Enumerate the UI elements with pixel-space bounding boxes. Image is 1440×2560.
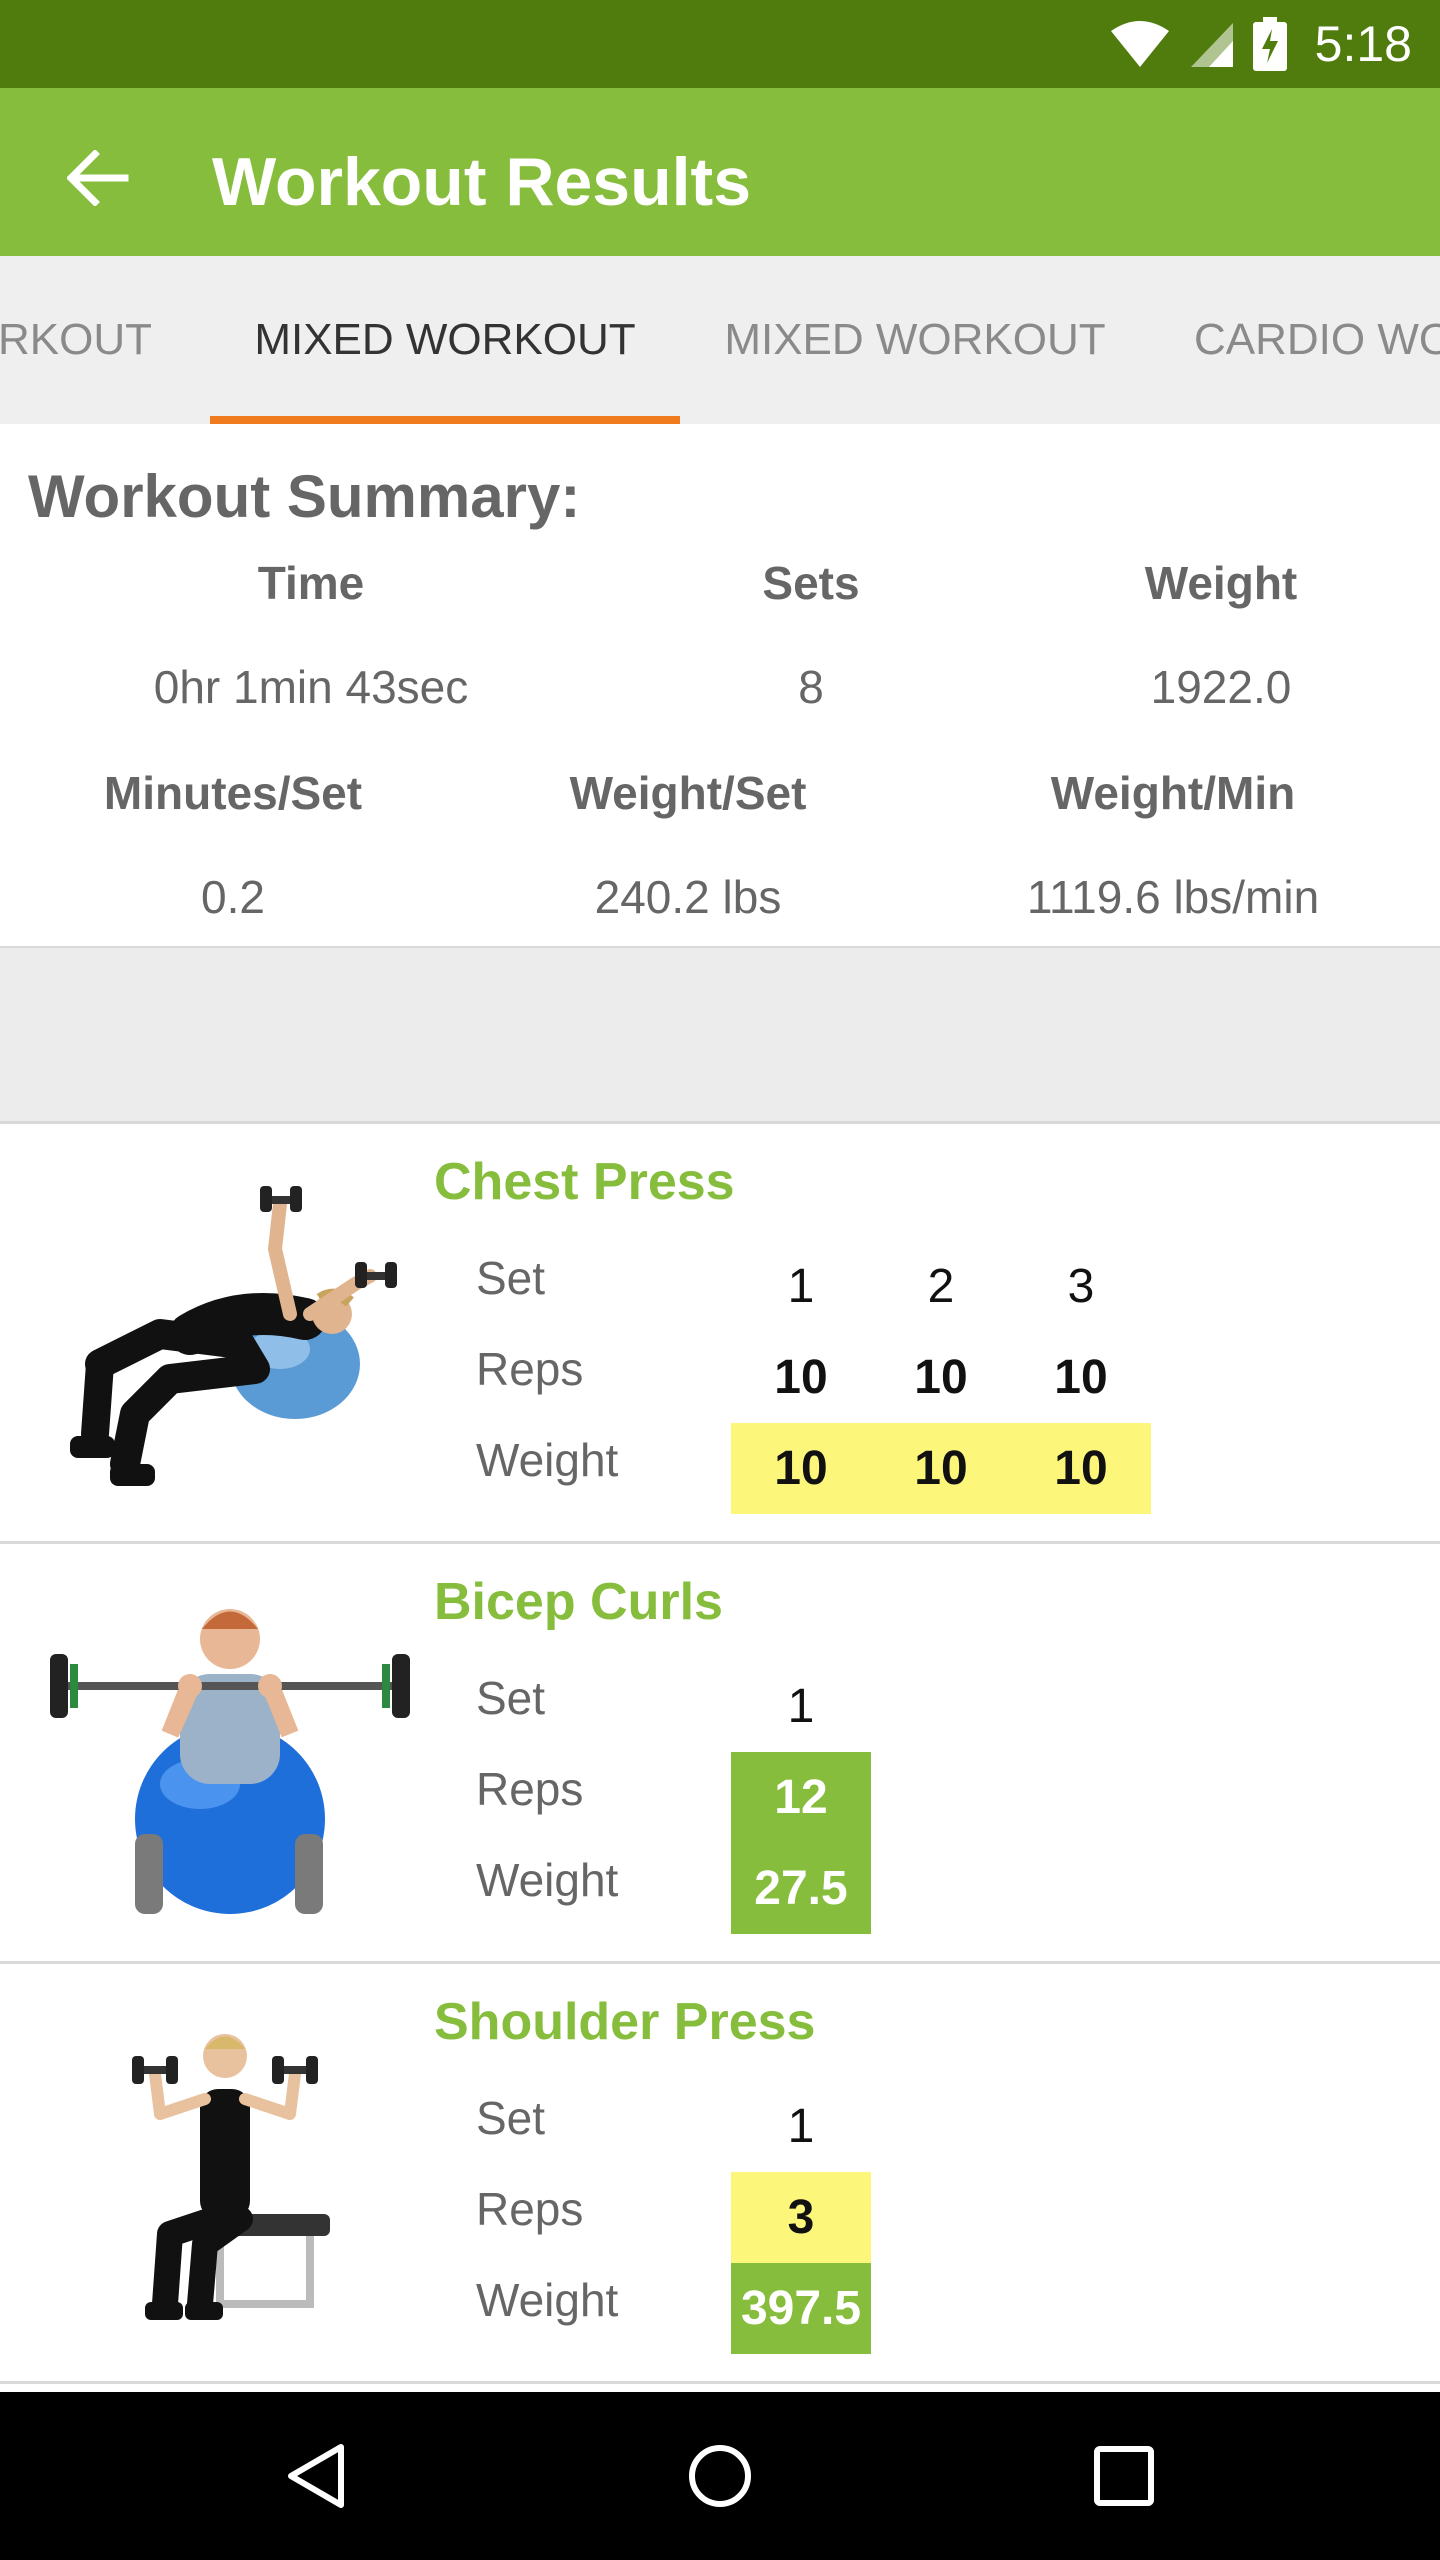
summary-header-weight-per-min: Weight/Min [1050, 767, 1296, 819]
tab-mixed-workout[interactable]: MIXED WORKOUT [680, 256, 1150, 424]
status-time: 5:18 [1314, 16, 1412, 72]
back-arrow-icon [67, 150, 129, 206]
weight-value: 397.5 [731, 2263, 871, 2354]
summary-value-weight-per-min: 1119.6 lbs/min [1026, 871, 1320, 923]
recents-square-icon [1094, 2446, 1154, 2506]
battery-icon [1252, 17, 1287, 71]
wifi-icon [1110, 21, 1169, 67]
tab-label: MIXED WORKOUT [724, 315, 1106, 364]
shoulder-press-illustration [132, 2034, 330, 2320]
page-title: Workout Results [212, 144, 752, 220]
reps-value: 10 [914, 1351, 968, 1404]
nav-home-button[interactable] [670, 2426, 770, 2526]
back-triangle-icon [288, 2444, 344, 2508]
nav-recents-button[interactable] [1074, 2426, 1174, 2526]
app-bar: Workout Results [0, 88, 1440, 256]
summary-header-time: Time [257, 557, 365, 609]
row-label-reps: Reps [476, 2183, 584, 2235]
summary-value-minutes-per-set: 0.2 [201, 871, 265, 923]
exercise-card-chest-press[interactable]: Chest Press Set Reps Weight 1 2 3 10 10 … [0, 1124, 1440, 1544]
exercise-card-bicep-curls[interactable]: Bicep Curls Set Reps Weight 1 12 27.5 [0, 1544, 1440, 1964]
tab-bar: RKOUT MIXED WORKOUT MIXED WORKOUT CARDIO… [0, 256, 1440, 424]
summary-value-time: 0hr 1min 43sec [153, 661, 469, 713]
reps-value: 10 [774, 1351, 828, 1404]
summary-value-weight: 1922.0 [1150, 661, 1292, 713]
row-label-weight: Weight [476, 1434, 619, 1486]
summary-value-sets: 8 [798, 661, 824, 713]
summary-header-weight-per-set: Weight/Set [569, 767, 807, 819]
tab-label: MIXED WORKOUT [254, 315, 636, 364]
exercise-name: Bicep Curls [434, 1573, 723, 1631]
reps-value: 10 [1054, 1351, 1108, 1404]
row-label-weight: Weight [476, 2274, 619, 2326]
tab-workout-partial[interactable]: RKOUT [0, 256, 175, 424]
weight-value: 10 [731, 1423, 871, 1514]
weight-value: 27.5 [731, 1843, 871, 1934]
exercise-name: Chest Press [434, 1153, 735, 1211]
reps-value: 3 [731, 2172, 871, 2263]
system-navigation-bar [0, 2392, 1440, 2560]
summary-value-weight-per-set: 240.2 lbs [594, 871, 782, 923]
exercise-name: Shoulder Press [434, 1993, 816, 2051]
tab-cardio-workout[interactable]: CARDIO WO [1150, 256, 1440, 424]
row-label-set: Set [476, 1252, 546, 1304]
bicep-curls-illustration [50, 1609, 410, 1914]
set-number: 1 [787, 1680, 815, 1733]
cell-signal-icon [1190, 23, 1233, 67]
row-label-set: Set [476, 2092, 546, 2144]
weight-value: 10 [871, 1423, 1011, 1514]
tab-label: RKOUT [0, 315, 152, 364]
summary-title: Workout Summary: [28, 463, 581, 530]
chest-press-illustration [70, 1186, 397, 1486]
exercise-card-shoulder-press[interactable]: Shoulder Press Set Reps Weight 1 3 397.5 [0, 1964, 1440, 2384]
row-label-reps: Reps [476, 1763, 584, 1815]
weight-value: 10 [1011, 1423, 1151, 1514]
row-label-reps: Reps [476, 1343, 584, 1395]
reps-value: 12 [731, 1752, 871, 1843]
tab-label: CARDIO WO [1194, 315, 1440, 364]
summary-header-sets: Sets [762, 557, 860, 609]
row-label-set: Set [476, 1672, 546, 1724]
tab-mixed-workout-active[interactable]: MIXED WORKOUT [210, 256, 680, 424]
status-icons: 5:18 [1109, 0, 1412, 88]
tab-indicator [210, 416, 680, 424]
nav-back-button[interactable] [266, 2426, 366, 2526]
set-number: 2 [927, 1260, 955, 1313]
set-number: 1 [787, 1260, 815, 1313]
status-bar: 5:18 [0, 0, 1440, 88]
back-button[interactable] [58, 138, 138, 218]
home-circle-icon [689, 2445, 751, 2507]
divider [0, 2381, 1440, 2384]
summary-header-minutes-per-set: Minutes/Set [103, 767, 363, 819]
row-label-weight: Weight [476, 1854, 619, 1906]
summary-header-weight: Weight [1144, 557, 1298, 609]
spacer-band [0, 948, 1440, 1123]
set-number: 3 [1067, 1260, 1095, 1313]
set-number: 1 [787, 2100, 815, 2153]
